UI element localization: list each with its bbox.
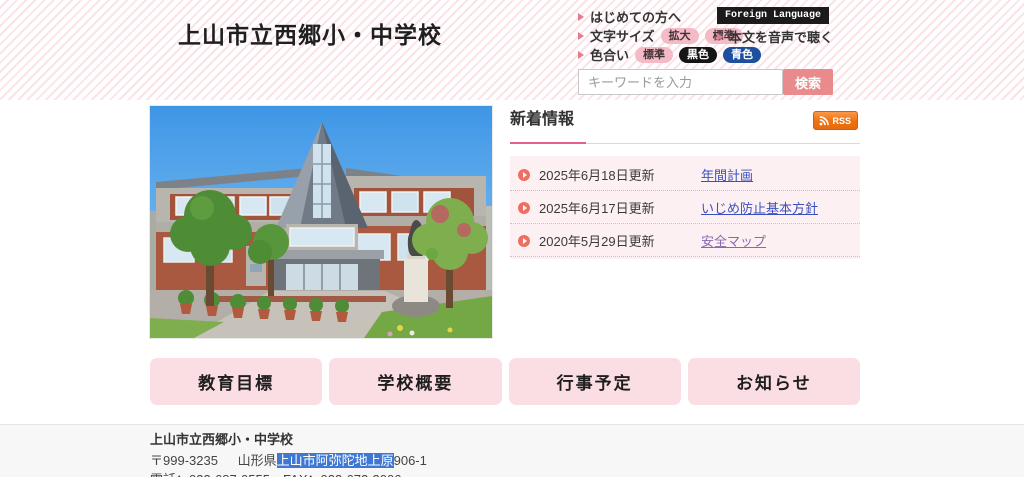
- site-header: 上山市立西郷小・中学校 はじめての方へ Foreign Language 文字サ…: [0, 0, 1024, 100]
- school-photo: [149, 105, 493, 339]
- font-size-enlarge-button[interactable]: 拡大: [660, 27, 699, 44]
- search-button[interactable]: 検索: [783, 69, 833, 95]
- color-scheme-control: 色合い 標準 黒色 青色: [578, 45, 762, 64]
- rss-label: RSS: [832, 115, 851, 126]
- triangle-icon: [578, 31, 584, 40]
- color-standard-button[interactable]: 標準: [635, 46, 674, 63]
- nav-button-education-goals[interactable]: 教育目標: [150, 358, 323, 405]
- news-heading: 新着情報: [510, 111, 575, 128]
- underline-accent: [510, 142, 586, 144]
- quick-nav: 教育目標 学校概要 行事予定 お知らせ: [150, 358, 860, 405]
- footer-school-name: 上山市立西郷小・中学校: [150, 432, 294, 447]
- arrow-bullet-icon: [518, 201, 530, 214]
- nav-button-event-schedule[interactable]: 行事予定: [508, 358, 681, 405]
- first-time-link[interactable]: はじめての方へ: [578, 7, 681, 26]
- news-item: 2025年6月18日更新 年間計画: [510, 158, 860, 191]
- footer-address: 〒999-3235 山形県上山市阿弥陀地上原906-1: [150, 452, 1024, 469]
- news-header-row: 新着情報 RSS: [510, 106, 860, 134]
- arrow-bullet-icon: [518, 234, 530, 247]
- first-time-label: はじめての方へ: [590, 10, 682, 25]
- postal-code: 〒999-3235: [150, 453, 218, 468]
- school-building-illustration: [150, 106, 492, 338]
- nav-button-notices[interactable]: お知らせ: [687, 358, 860, 405]
- rss-icon: [820, 115, 830, 125]
- color-scheme-label: 色合い: [590, 48, 630, 63]
- triangle-icon: [578, 50, 584, 59]
- news-link-safety-map[interactable]: 安全マップ: [701, 231, 766, 250]
- color-blue-button[interactable]: 青色: [723, 46, 762, 63]
- rss-button[interactable]: RSS: [813, 111, 858, 130]
- address-prefecture: 山形県: [237, 453, 277, 468]
- site-footer: 上山市立西郷小・中学校 〒999-3235 山形県上山市阿弥陀地上原906-1 …: [0, 424, 1024, 477]
- news-link-bullying-policy[interactable]: いじめ防止基本方針: [701, 198, 818, 217]
- news-date: 2020年5月29日更新: [539, 234, 655, 249]
- page: 上山市立西郷小・中学校 はじめての方へ Foreign Language 文字サ…: [0, 0, 1024, 477]
- address-number: 906-1: [393, 453, 427, 468]
- site-title[interactable]: 上山市立西郷小・中学校: [178, 16, 442, 50]
- arrow-bullet-icon: [518, 168, 530, 181]
- color-black-button[interactable]: 黒色: [679, 46, 718, 63]
- news-section: 新着情報 RSS 2025年6月18日更新 年間計画 2025年6月17日更新 …: [510, 106, 860, 259]
- news-item: 2020年5月29日更新 安全マップ: [510, 224, 860, 257]
- news-date: 2025年6月18日更新: [539, 168, 655, 183]
- audio-readout-link[interactable]: 本文を音声で聴く: [717, 27, 833, 46]
- nav-button-school-overview[interactable]: 学校概要: [329, 358, 502, 405]
- search-box: 検索: [578, 69, 833, 95]
- address-selection-highlight: 上山市阿弥陀地上原: [276, 453, 394, 468]
- news-date: 2025年6月17日更新: [539, 201, 655, 216]
- triangle-icon: [717, 32, 723, 41]
- news-item: 2025年6月17日更新 いじめ防止基本方針: [510, 191, 860, 224]
- search-input[interactable]: [578, 69, 783, 95]
- foreign-language-button[interactable]: Foreign Language: [717, 7, 830, 24]
- news-link-annual-plan[interactable]: 年間計画: [701, 165, 753, 184]
- triangle-icon: [578, 12, 584, 21]
- footer-phone: 電話：023-687-0555 FAX：023-672-3006: [150, 471, 1024, 477]
- news-list: 2025年6月18日更新 年間計画 2025年6月17日更新 いじめ防止基本方針…: [510, 156, 860, 259]
- audio-readout-label: 本文を音声で聴く: [729, 30, 834, 45]
- font-size-label: 文字サイズ: [590, 29, 655, 44]
- heading-underline: [510, 142, 860, 144]
